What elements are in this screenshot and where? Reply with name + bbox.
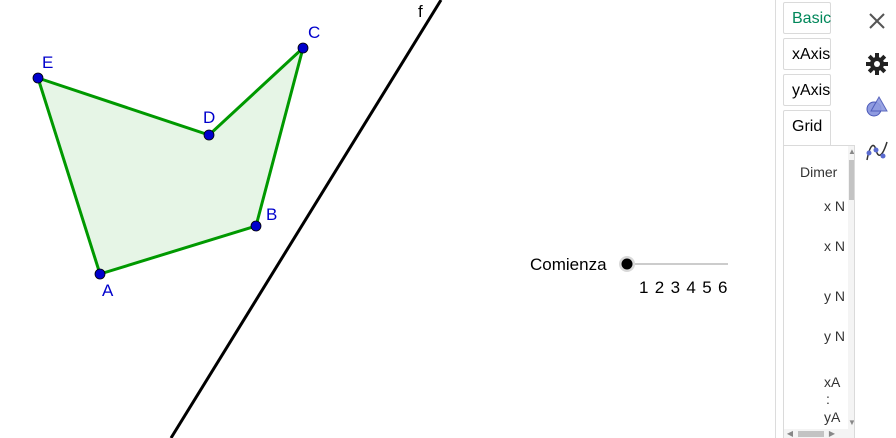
- vertical-scrollbar[interactable]: ▲ ▼: [848, 146, 854, 429]
- scroll-left-icon[interactable]: ◀: [786, 430, 794, 438]
- close-icon[interactable]: [864, 8, 890, 34]
- scroll-right-icon[interactable]: ▶: [828, 430, 836, 438]
- point-label-b: B: [266, 205, 277, 224]
- point-a[interactable]: [94, 268, 106, 280]
- field-label-ratio-colon: :: [826, 391, 830, 407]
- slider-tick-2: 2: [655, 278, 664, 297]
- graphics-view[interactable]: f A B C D E Comienza 123456: [0, 0, 776, 438]
- slider-tick-1: 1: [639, 278, 648, 297]
- tab-grid[interactable]: Grid: [783, 110, 831, 146]
- field-label-ymax: y N: [824, 328, 845, 344]
- vertical-scroll-thumb[interactable]: [849, 160, 854, 200]
- polygon-abcde[interactable]: [36, 46, 305, 276]
- field-label-ymin: y N: [824, 288, 845, 304]
- tab-basic[interactable]: Basic: [783, 2, 831, 34]
- point-label-d: D: [203, 108, 215, 127]
- point-label-c: C: [308, 23, 320, 42]
- slider-label: Comienza: [530, 255, 607, 274]
- slider-tick-5: 5: [702, 278, 711, 297]
- settings-panel: Basic xAxis yAxis Grid Dimer x N x N y N…: [776, 0, 896, 438]
- slider-tick-3: 3: [671, 278, 680, 297]
- horizontal-scrollbar[interactable]: ◀ ▶: [784, 429, 854, 438]
- tab-yaxis[interactable]: yAxis: [783, 74, 831, 106]
- point-c[interactable]: [297, 42, 309, 54]
- field-label-yaxis: yA: [824, 409, 841, 425]
- point-label-e: E: [42, 53, 53, 72]
- section-title-dimensions: Dimer: [800, 164, 838, 180]
- point-b[interactable]: [250, 220, 262, 232]
- horizontal-scroll-thumb[interactable]: [798, 431, 824, 437]
- point-label-a: A: [102, 281, 114, 300]
- tab-xaxis[interactable]: xAxis: [783, 38, 831, 70]
- scroll-up-icon[interactable]: ▲: [848, 148, 854, 156]
- settings-body: Dimer x N x N y N y N xA : yA ▲ ▼ ◀ ▶: [783, 145, 855, 438]
- scroll-down-icon[interactable]: ▼: [848, 419, 854, 427]
- function-graph-icon[interactable]: [864, 138, 890, 164]
- field-label-xmin: x N: [824, 198, 845, 214]
- slider-knob[interactable]: [621, 258, 633, 270]
- gear-icon[interactable]: [864, 51, 890, 77]
- graphics-svg[interactable]: f A B C D E Comienza 123456: [0, 0, 776, 438]
- slider-ticks: 123456: [639, 278, 727, 297]
- point-d[interactable]: [203, 129, 215, 141]
- slider-tick-6: 6: [718, 278, 727, 297]
- graphics-style-icon[interactable]: [864, 94, 890, 120]
- field-label-xaxis-yaxis: xA: [824, 374, 841, 390]
- field-label-xmax: x N: [824, 238, 845, 254]
- slider-tick-4: 4: [686, 278, 695, 297]
- line-f-label: f: [418, 2, 423, 21]
- point-e[interactable]: [32, 72, 44, 84]
